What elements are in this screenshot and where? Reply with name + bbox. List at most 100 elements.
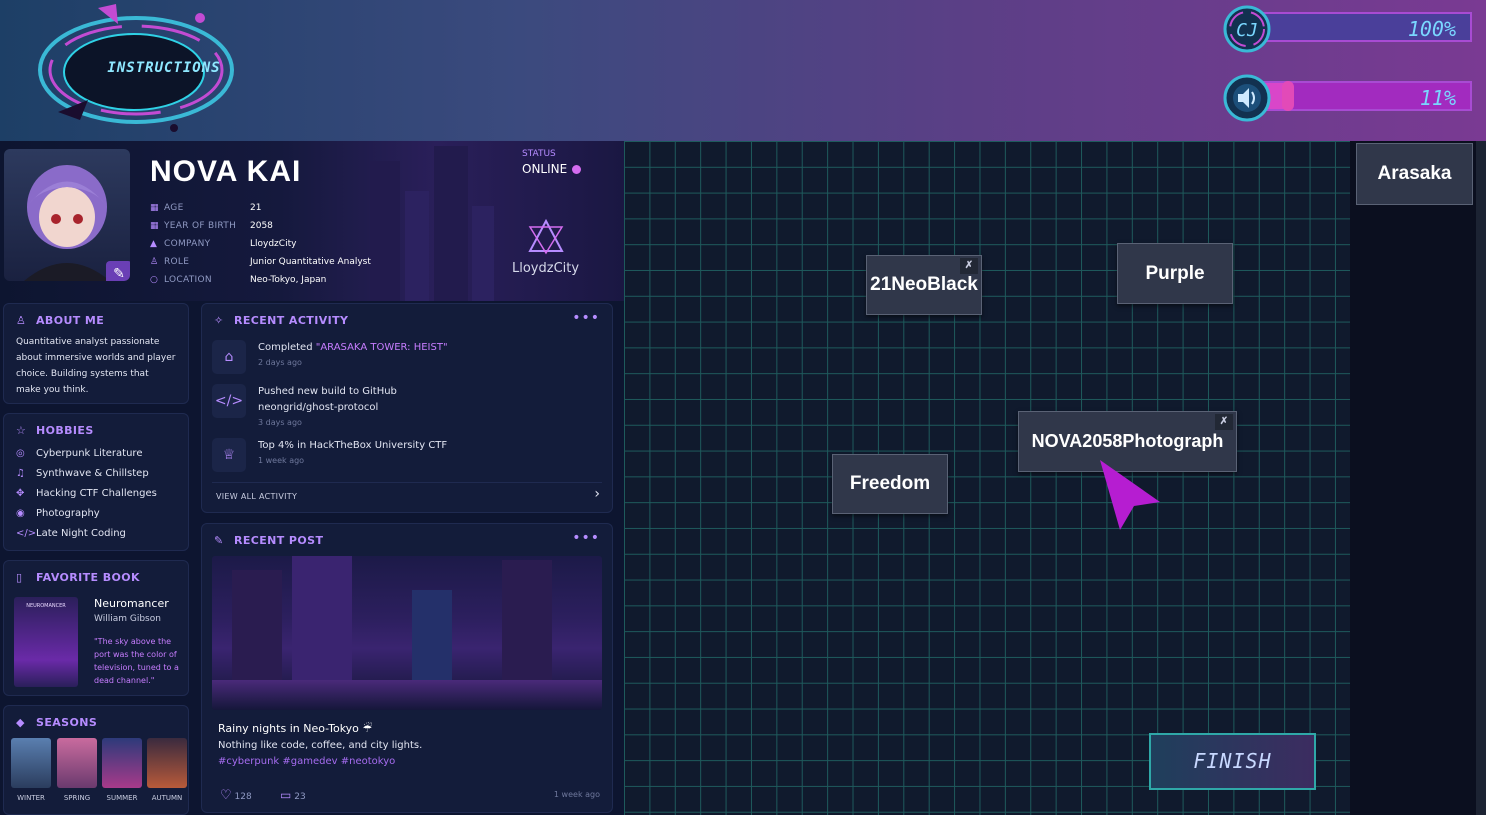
divider	[212, 482, 602, 483]
word-tile[interactable]: Purple	[1117, 243, 1233, 304]
pin-icon[interactable]: ✗	[960, 258, 978, 274]
tag-icon: ◆	[16, 716, 25, 729]
book-name: Neuromancer	[94, 597, 169, 610]
hobby-item: ◎ Cyberpunk Literature	[16, 448, 143, 459]
book-author: William Gibson	[94, 614, 161, 624]
season-label: AUTUMN	[151, 794, 183, 802]
word-tile[interactable]: Arasaka	[1356, 143, 1473, 205]
recent-post-title: ✎ RECENT POST	[214, 534, 324, 547]
instructions-button[interactable]: INSTRUCTIONS	[28, 2, 244, 132]
c-letter-icon: CJ	[1223, 5, 1271, 53]
more-options-icon[interactable]: •••	[572, 310, 600, 326]
info-row-year-of-birth: ▦ YEAR OF BIRTH 2058	[150, 221, 273, 231]
cj-meter[interactable]: 100% CJ	[1222, 4, 1476, 53]
status-value: ONLINE	[522, 162, 568, 176]
post-image-building	[292, 556, 352, 680]
instructions-label: INSTRUCTIONS	[107, 60, 221, 76]
season-label: WINTER	[17, 794, 45, 802]
seasons-card: ◆ SEASONS WINTER SPRING SUMMER AUTUMN	[3, 705, 189, 815]
post-tags[interactable]: #cyberpunk #gamedev #neotokyo	[218, 756, 395, 767]
book-cover-title: NEUROMANCER	[26, 603, 66, 609]
word-bank	[1350, 141, 1486, 815]
post-image-building	[232, 570, 282, 680]
edit-profile-button[interactable]: ✎	[106, 261, 130, 281]
hobbies-card: ☆ HOBBIES ◎ Cyberpunk Literature ♫ Synthwav…	[3, 413, 189, 551]
pin-icon[interactable]: ✗	[1215, 414, 1233, 430]
volume-slider-handle[interactable]	[1282, 81, 1294, 111]
skyline-building	[405, 191, 429, 301]
top-bar: INSTRUCTIONS 100% CJ 11%	[0, 0, 1486, 141]
trophy-icon: ♕	[212, 438, 246, 472]
skyline-building	[370, 161, 400, 301]
info-row-role: ♙ ROLE Junior Quantitative Analyst	[150, 257, 371, 267]
view-all-activity-link[interactable]: VIEW ALL ACTIVITY	[216, 492, 297, 501]
cj-meter-bar: 100%	[1262, 12, 1472, 42]
hobby-item: ✥ Hacking CTF Challenges	[16, 488, 157, 499]
open-book-icon: ▯	[16, 571, 23, 584]
company-name: LloydzCity	[512, 261, 580, 276]
info-row-location: ○ LOCATION Neo-Tokyo, Japan	[150, 275, 327, 285]
scrollbar[interactable]	[1476, 141, 1486, 815]
edit-icon: ✎	[214, 534, 224, 547]
company-logo-icon	[528, 219, 564, 255]
user-icon: ♙	[16, 314, 27, 327]
code-icon: </>	[212, 384, 246, 418]
like-button[interactable]: ♡ 128	[220, 788, 252, 803]
skyline-building	[472, 206, 494, 301]
code-icon: </>	[16, 528, 37, 539]
volume-meter-bar: 11%	[1262, 81, 1472, 111]
comment-button[interactable]: ▭ 23	[280, 788, 306, 802]
favorite-book-card: ▯ FAVORITE BOOK NEUROMANCER Neuromancer W…	[3, 560, 189, 696]
season-thumb-winter[interactable]	[11, 738, 51, 788]
post-image-building	[412, 590, 452, 680]
season-thumb-autumn[interactable]	[147, 738, 187, 788]
season-thumb-spring[interactable]	[57, 738, 97, 788]
post-image-building	[502, 560, 552, 680]
about-card: ♙ ABOUT ME Quantitative analyst passionat…	[3, 303, 189, 404]
cj-meter-label: CJ	[1236, 20, 1258, 41]
more-options-icon[interactable]: •••	[572, 530, 600, 546]
camera-icon: ◉	[16, 508, 25, 519]
recent-activity-card: ✧ RECENT ACTIVITY ••• ⌂ Completed "ARASAK…	[201, 303, 613, 513]
pulse-icon: ✧	[214, 314, 224, 327]
puzzle-icon: ✥	[16, 488, 25, 499]
user-icon: ♙	[150, 257, 159, 267]
book-icon: ◎	[16, 448, 25, 459]
skyline-building	[434, 146, 468, 301]
profile-header: ✎ NOVA KAI ▦ AGE 21 ▦ YEAR OF BIRTH 2058 ▲ CO…	[0, 141, 624, 301]
hobby-item: ♫ Synthwave & Chillstep	[16, 468, 149, 479]
book-quote: "The sky above the port was the color of…	[94, 637, 179, 685]
hobbies-title: ☆ HOBBIES	[16, 424, 94, 437]
calendar-icon: ▦	[150, 221, 159, 231]
info-row-age: ▦ AGE 21	[150, 203, 262, 213]
hobby-item: ◉ Photography	[16, 508, 100, 519]
post-image-street	[212, 680, 602, 710]
gamepad-icon: ⌂	[212, 340, 246, 374]
chevron-right-icon[interactable]: ›	[594, 486, 600, 502]
game-board[interactable]	[624, 141, 1350, 815]
finish-button[interactable]: FINISH	[1149, 733, 1316, 790]
season-thumb-summer[interactable]	[102, 738, 142, 788]
post-image[interactable]	[212, 556, 602, 710]
about-title: ♙ ABOUT ME	[16, 314, 105, 327]
pencil-icon: ✎	[113, 266, 125, 281]
location-pin-icon: ○	[150, 275, 158, 285]
season-label: SUMMER	[106, 794, 138, 802]
music-icon: ♫	[16, 468, 25, 479]
profile-name: NOVA KAI	[150, 155, 302, 188]
building-icon: ▲	[150, 239, 157, 249]
recent-activity-title: ✧ RECENT ACTIVITY	[214, 314, 349, 327]
word-tile[interactable]: 21NeoBlack ✗	[866, 255, 982, 315]
status-label: STATUS	[522, 149, 556, 159]
star-icon: ☆	[16, 424, 27, 437]
season-label: SPRING	[63, 794, 91, 802]
calendar-icon: ▦	[150, 203, 159, 213]
about-text: Quantitative analyst passionate about im…	[16, 337, 176, 395]
seasons-title: ◆ SEASONS	[16, 716, 98, 729]
volume-meter[interactable]: 11%	[1222, 73, 1476, 122]
profile-panel: ✎ NOVA KAI ▦ AGE 21 ▦ YEAR OF BIRTH 2058 ▲ CO…	[0, 141, 624, 815]
post-time: 1 week ago	[553, 790, 600, 799]
post-caption: Rainy nights in Neo-Tokyo ☔	[218, 722, 373, 735]
word-tile[interactable]: Freedom	[832, 454, 948, 514]
book-cover: NEUROMANCER	[14, 597, 78, 687]
